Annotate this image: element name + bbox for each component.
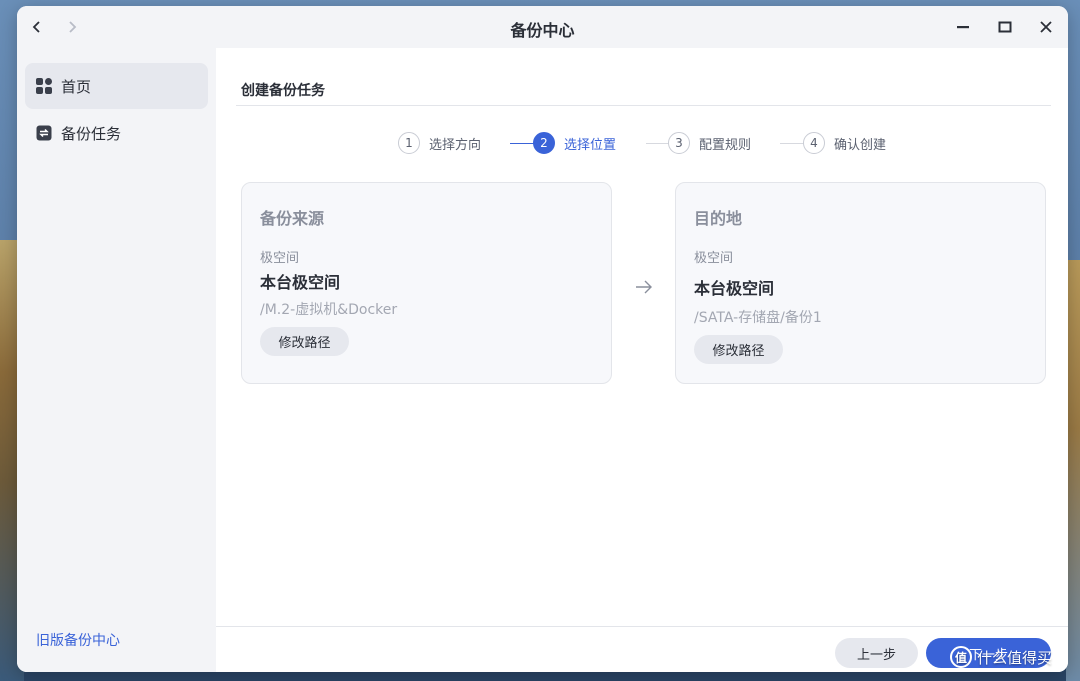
- destination-path: /SATA-存储盘/备份1: [694, 310, 822, 326]
- step-number: 4: [803, 132, 825, 154]
- destination-device-name: 本台极空间: [694, 279, 775, 298]
- grid-icon: [35, 77, 53, 95]
- watermark-badge: 值: [950, 646, 972, 668]
- destination-card: 目的地 极空间 本台极空间 /SATA-存储盘/备份1 修改路径: [675, 182, 1046, 384]
- wallpaper-right: [1066, 260, 1080, 681]
- source-title: 备份来源: [260, 209, 325, 228]
- maximize-button[interactable]: [993, 15, 1017, 39]
- page-title: 创建备份任务: [241, 83, 325, 99]
- sidebar-item-label: 备份任务: [61, 124, 122, 143]
- source-device-name: 本台极空间: [260, 273, 341, 292]
- footer-divider: [216, 626, 1068, 627]
- backup-center-window: 备份中心 首页 备份任务 旧版备份中心 创建备份任务 1 选择方向 2 选择位置…: [17, 6, 1068, 672]
- source-path: /M.2-虚拟机&Docker: [260, 302, 398, 318]
- legacy-backup-center-link[interactable]: 旧版备份中心: [36, 630, 120, 650]
- destination-device-type: 极空间: [694, 251, 734, 266]
- watermark-text: 什么值得买: [977, 648, 1053, 667]
- step-number: 1: [398, 132, 420, 154]
- source-change-path-button[interactable]: 修改路径: [260, 327, 349, 356]
- destination-change-path-button[interactable]: 修改路径: [694, 335, 783, 364]
- maximize-icon: [998, 21, 1012, 33]
- sidebar-item-label: 首页: [61, 77, 92, 96]
- step-3: 3 配置规则: [668, 132, 751, 154]
- step-label: 选择位置: [564, 137, 617, 153]
- sidebar: 首页 备份任务 旧版备份中心: [17, 48, 216, 672]
- sidebar-item-backup-tasks[interactable]: 备份任务: [25, 110, 208, 156]
- destination-title: 目的地: [694, 209, 743, 228]
- main-panel: 创建备份任务 1 选择方向 2 选择位置 3 配置规则 4 确认创建 备份来源 …: [216, 48, 1068, 672]
- close-button[interactable]: [1034, 15, 1058, 39]
- source-device-type: 极空间: [260, 251, 300, 266]
- watermark: 值 什么值得买: [950, 643, 1052, 671]
- step-number: 3: [668, 132, 690, 154]
- step-4: 4 确认创建: [803, 132, 886, 154]
- step-number: 2: [533, 132, 555, 154]
- step-label: 选择方向: [429, 137, 482, 153]
- arrow-right-icon: [636, 280, 652, 294]
- step-label: 配置规则: [699, 137, 752, 153]
- step-1: 1 选择方向: [398, 132, 481, 154]
- divider: [236, 105, 1051, 106]
- step-label: 确认创建: [834, 137, 887, 153]
- sidebar-item-home[interactable]: 首页: [25, 63, 208, 109]
- close-icon: [1040, 21, 1052, 33]
- source-card: 备份来源 极空间 本台极空间 /M.2-虚拟机&Docker 修改路径: [241, 182, 612, 384]
- minimize-button[interactable]: [951, 15, 975, 39]
- minimize-icon: [957, 26, 969, 29]
- window-title: 备份中心: [510, 21, 575, 40]
- previous-step-button[interactable]: 上一步: [835, 638, 918, 668]
- sync-icon: [35, 124, 53, 142]
- step-2: 2 选择位置: [533, 132, 616, 154]
- stepper: 1 选择方向 2 选择位置 3 配置规则 4 确认创建: [216, 132, 1068, 156]
- titlebar: 备份中心: [17, 6, 1068, 48]
